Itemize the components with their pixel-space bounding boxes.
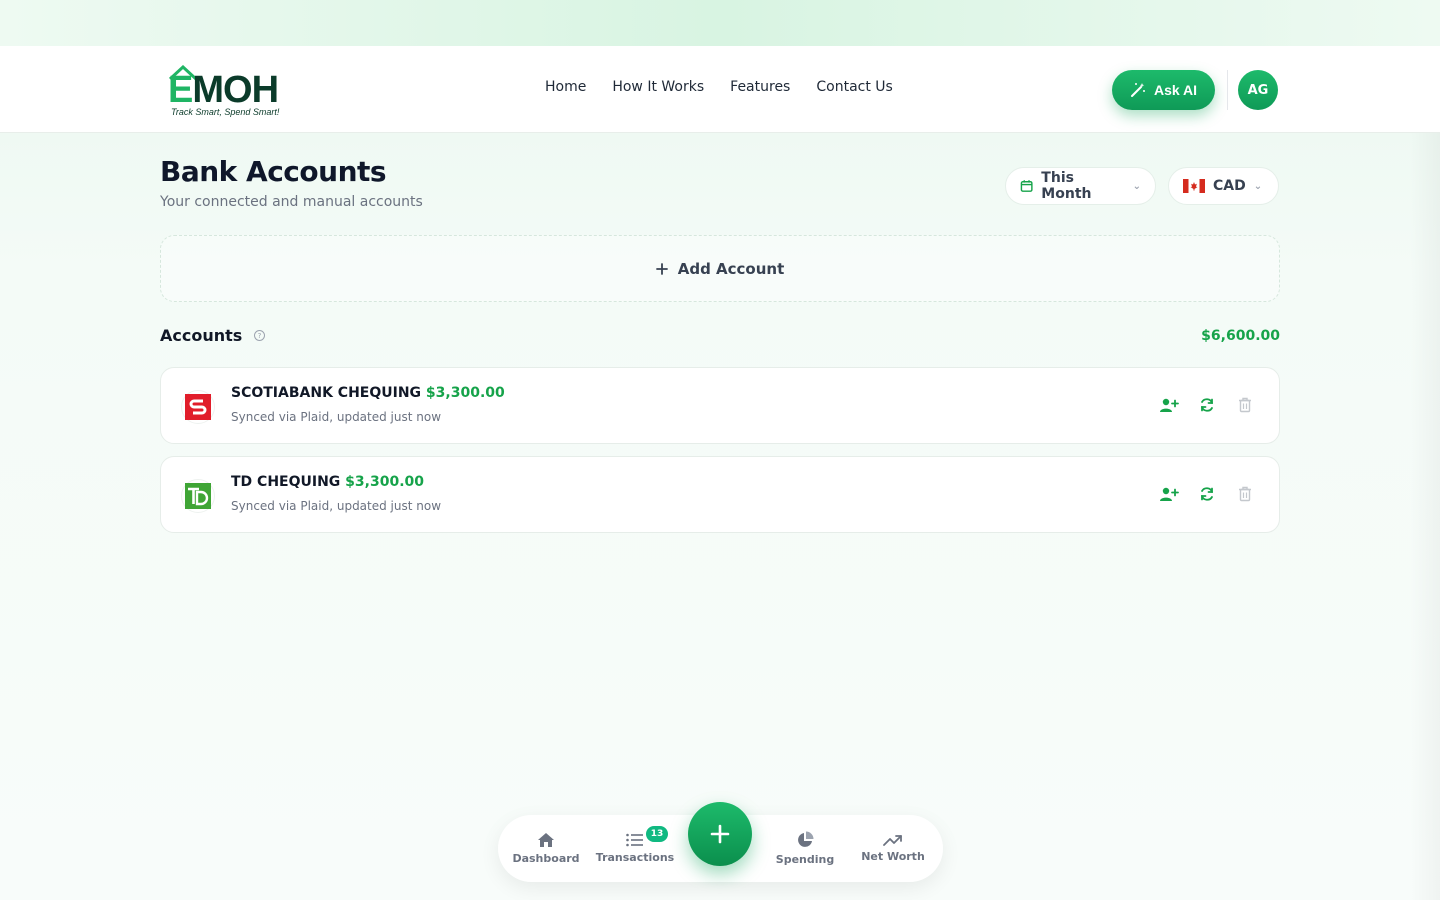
chevron-down-icon: ⌄	[1253, 180, 1263, 192]
user-plus-icon	[1160, 487, 1179, 501]
tab-spending[interactable]: Spending	[760, 815, 850, 882]
tab-transactions[interactable]: Transactions	[590, 815, 680, 882]
page-subtitle: Your connected and manual accounts	[160, 194, 423, 210]
tab-net-worth-label: Net Worth	[861, 850, 925, 863]
top-banner-strip	[0, 0, 1440, 46]
account-name: TD CHEQUING $3,300.00	[231, 474, 424, 490]
refresh-icon	[1201, 398, 1213, 412]
tab-dashboard-label: Dashboard	[512, 852, 580, 865]
bank-logo	[181, 479, 215, 513]
page-title: Bank Accounts	[160, 155, 387, 188]
account-actions	[1159, 484, 1255, 504]
calendar-icon	[1020, 180, 1033, 192]
chevron-down-icon: ⌄	[1132, 180, 1141, 192]
sync-account-button[interactable]	[1197, 484, 1217, 504]
share-account-button[interactable]	[1159, 395, 1179, 415]
sync-account-button[interactable]	[1197, 395, 1217, 415]
home-icon	[538, 833, 554, 847]
bank-logo	[181, 390, 215, 424]
scotiabank-logo-icon	[185, 394, 211, 420]
brand-logo[interactable]: EMOH Track Smart, Spend Smart!	[168, 65, 288, 118]
tab-net-worth[interactable]: Net Worth	[850, 815, 936, 882]
magic-wand-icon	[1130, 83, 1145, 97]
delete-account-button[interactable]	[1235, 484, 1255, 504]
account-sync-status: Synced via Plaid, updated just now	[231, 499, 442, 513]
tab-transactions-label: Transactions	[595, 851, 675, 864]
nav-contact-us[interactable]: Contact Us	[816, 79, 892, 95]
trending-up-icon	[883, 835, 902, 846]
transactions-count-badge: 13	[646, 826, 668, 842]
canada-flag-icon	[1183, 179, 1205, 193]
currency-selector[interactable]: CAD ⌄	[1168, 167, 1279, 205]
plus-icon	[655, 262, 668, 275]
tab-spending-label: Spending	[775, 853, 835, 866]
account-balance: $3,300.00	[345, 474, 424, 490]
plus-icon	[710, 824, 730, 844]
scroll-edge-shadow	[1410, 133, 1440, 900]
trash-icon	[1239, 397, 1251, 413]
nav-features[interactable]: Features	[730, 79, 790, 95]
account-name: SCOTIABANK CHEQUING $3,300.00	[231, 385, 505, 401]
accounts-section-title: Accounts	[160, 326, 243, 345]
brand-tagline: Track Smart, Spend Smart!	[171, 107, 280, 117]
td-logo-icon	[185, 483, 211, 509]
pie-chart-icon	[798, 831, 814, 847]
period-selector-value: This Month	[1041, 170, 1092, 202]
account-actions	[1159, 395, 1255, 415]
currency-selector-value: CAD	[1213, 178, 1246, 194]
account-card-scotiabank[interactable]: SCOTIABANK CHEQUING $3,300.00 Synced via…	[160, 367, 1280, 444]
account-card-td[interactable]: TD CHEQUING $3,300.00 Synced via Plaid, …	[160, 456, 1280, 533]
delete-account-button[interactable]	[1235, 395, 1255, 415]
main-nav: Home How It Works Features Contact Us	[545, 79, 893, 95]
user-avatar[interactable]: AG	[1238, 70, 1278, 110]
accounts-total: $6,600.00	[1201, 328, 1280, 344]
navbar: EMOH Track Smart, Spend Smart! Home How …	[0, 46, 1440, 133]
nav-how-it-works[interactable]: How It Works	[612, 79, 704, 95]
account-balance: $3,300.00	[425, 385, 505, 401]
ask-ai-button[interactable]: Ask AI	[1112, 70, 1215, 110]
nav-home[interactable]: Home	[545, 79, 586, 95]
help-icon[interactable]: ?	[254, 330, 265, 341]
list-icon	[626, 833, 643, 847]
trash-icon	[1239, 486, 1251, 502]
nav-divider	[1227, 70, 1228, 110]
brand-wordmark: EMOH	[168, 69, 279, 111]
tab-dashboard[interactable]: Dashboard	[506, 815, 586, 882]
user-plus-icon	[1160, 398, 1179, 412]
period-selector[interactable]: This Month ⌄	[1005, 167, 1156, 205]
ask-ai-label: Ask AI	[1153, 82, 1198, 98]
add-account-button[interactable]: Add Account	[160, 235, 1280, 302]
account-sync-status: Synced via Plaid, updated just now	[231, 410, 442, 424]
add-transaction-fab[interactable]	[688, 802, 752, 866]
share-account-button[interactable]	[1159, 484, 1179, 504]
add-account-label: Add Account	[677, 259, 785, 278]
refresh-icon	[1201, 487, 1213, 501]
